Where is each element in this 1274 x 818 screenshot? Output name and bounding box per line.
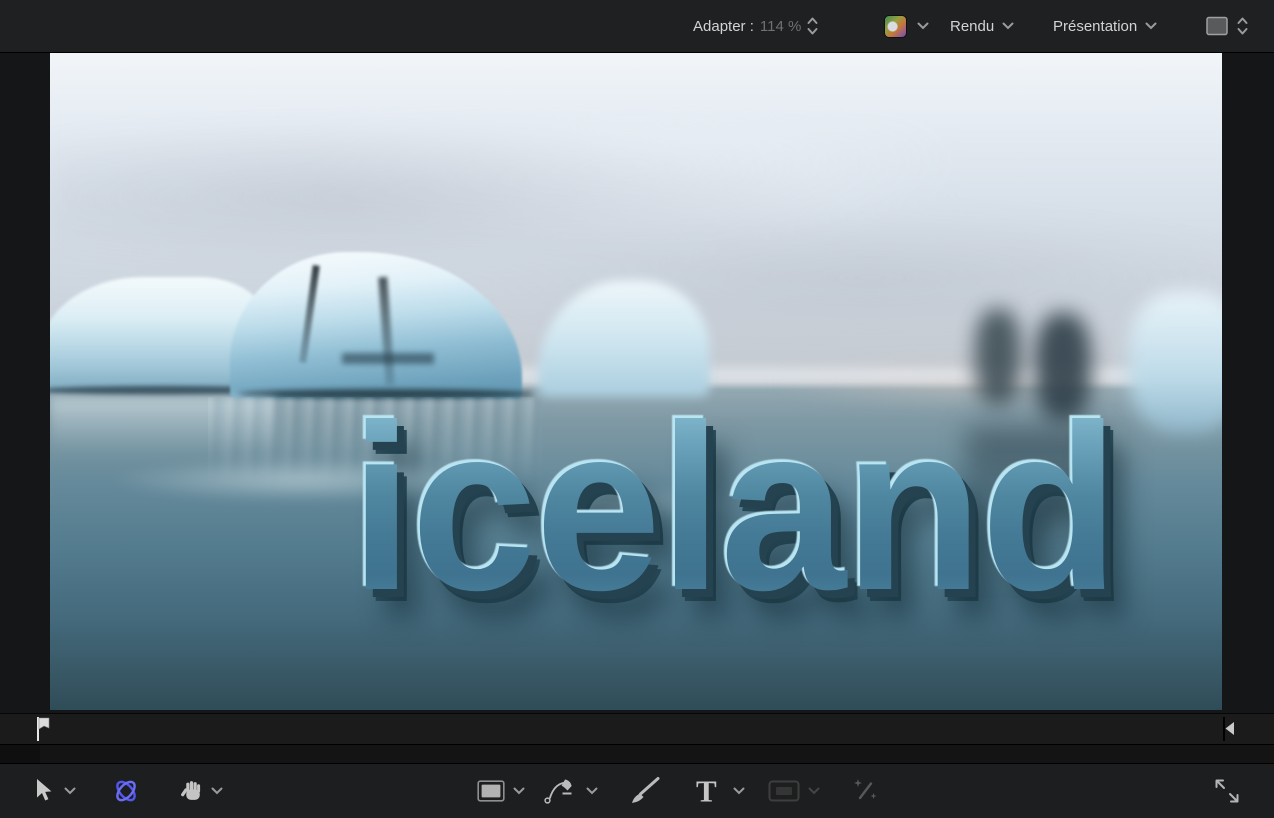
expand-viewer-button[interactable] (1212, 776, 1242, 806)
pan-tool-button[interactable] (180, 778, 205, 804)
timeline-left-block (0, 745, 40, 764)
transform-3d-tool-button[interactable] (111, 776, 141, 806)
chevron-down-icon (211, 787, 223, 795)
pen-bezier-icon (544, 779, 572, 804)
playhead-marker-icon[interactable] (33, 715, 53, 743)
mini-timeline[interactable] (0, 713, 1274, 745)
zoom-fit-control[interactable]: Adapter : 114 % (693, 0, 818, 52)
text-tool-icon: T (696, 773, 717, 809)
render-menu-label: Rendu (950, 17, 995, 35)
rectangle-tool-dropdown[interactable] (513, 787, 525, 795)
view-menu[interactable]: Présentation (1053, 0, 1157, 52)
render-menu[interactable]: Rendu (950, 0, 1014, 52)
zoom-stepper-icon[interactable] (807, 15, 818, 37)
title-3d-text[interactable]: iceland (350, 390, 1119, 626)
arrow-cursor-icon (37, 779, 52, 801)
chevron-down-icon (586, 787, 598, 795)
display-stepper-icon (1237, 17, 1248, 35)
select-tool-dropdown[interactable] (64, 787, 76, 795)
timeline-lower-strip (0, 744, 1274, 764)
resize-diagonal-arrows-icon (1215, 779, 1239, 803)
apply-effect-tool-button-disabled (852, 777, 880, 805)
mask-rect-icon (768, 780, 800, 802)
paint-stroke-tool-button[interactable] (628, 776, 662, 806)
display-select-control[interactable] (1205, 0, 1248, 52)
rectangle-tool-icon (477, 780, 505, 802)
brush-icon (632, 777, 660, 803)
display-icon (1206, 16, 1228, 36)
zoom-fit-label: Adapter : (693, 17, 754, 35)
chevron-down-icon (513, 787, 525, 795)
zoom-value: 114 % (759, 17, 802, 35)
view-menu-label: Présentation (1053, 17, 1138, 35)
bezier-tool-dropdown[interactable] (586, 787, 598, 795)
bottom-toolbar: T (0, 763, 1274, 818)
shape-mask-tool-dropdown-disabled (808, 787, 820, 795)
text-tool-dropdown[interactable] (733, 787, 745, 795)
rectangle-tool-button[interactable] (477, 780, 505, 802)
iceberg-streak (342, 353, 434, 364)
text-tool-button[interactable]: T (696, 776, 717, 807)
chevron-down-icon (917, 22, 929, 30)
chevron-down-icon (808, 787, 820, 795)
shape-mask-tool-button-disabled (768, 780, 800, 802)
chevron-down-icon (733, 787, 745, 795)
orbit-3d-icon (116, 780, 136, 802)
iceberg-right-blurred (1128, 291, 1222, 433)
viewer-image[interactable]: iceland iceland iceland (50, 53, 1222, 710)
chevron-down-icon (1145, 22, 1157, 30)
chevron-down-icon (1002, 22, 1014, 30)
canvas-viewer[interactable]: iceland iceland iceland (0, 53, 1274, 713)
bezier-tool-button[interactable] (543, 777, 577, 805)
hand-icon (181, 781, 201, 800)
top-toolbar: Adapter : 114 % Rendu Présentation (0, 0, 1274, 53)
select-tool-button[interactable] (33, 778, 55, 804)
magic-wand-icon (854, 779, 877, 800)
colorspace-swatch-icon (884, 14, 907, 38)
chevron-down-icon (64, 787, 76, 795)
pan-tool-dropdown[interactable] (211, 787, 223, 795)
colorspace-menu[interactable] (884, 0, 929, 52)
range-end-marker-icon[interactable] (1220, 715, 1238, 743)
